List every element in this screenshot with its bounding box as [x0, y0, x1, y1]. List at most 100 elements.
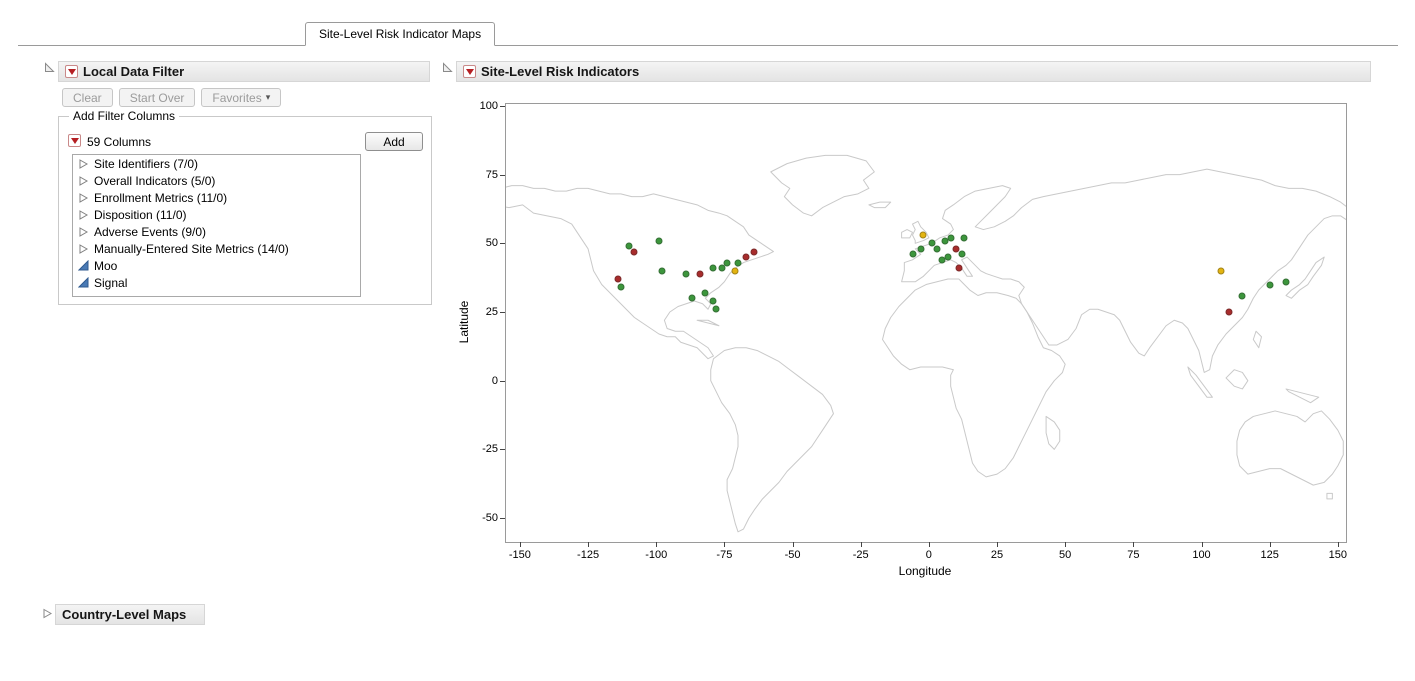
site-marker-green-sites[interactable] [1266, 281, 1273, 288]
site-marker-green-sites[interactable] [710, 265, 717, 272]
x-axis-tick-label: -150 [509, 549, 531, 561]
filter-column-item[interactable]: Adverse Events (9/0) [73, 223, 360, 240]
x-axis-tick-mark [1202, 542, 1203, 547]
expand-triangle-icon[interactable] [78, 227, 89, 237]
expand-triangle-icon[interactable] [78, 159, 89, 169]
site-marker-red-sites[interactable] [751, 248, 758, 255]
filter-column-label: Manually-Entered Site Metrics (14/0) [94, 242, 289, 256]
site-marker-red-sites[interactable] [743, 254, 750, 261]
expand-triangle-icon[interactable] [78, 244, 89, 254]
x-axis-tick-mark [1270, 542, 1271, 547]
x-axis-tick-mark [1338, 542, 1339, 547]
site-marker-red-sites[interactable] [1225, 309, 1232, 316]
filter-column-label: Adverse Events (9/0) [94, 225, 206, 239]
site-marker-green-sites[interactable] [934, 245, 941, 252]
site-marker-green-sites[interactable] [713, 306, 720, 313]
y-axis-tick-label: 25 [486, 306, 498, 318]
world-map-outline [506, 104, 1346, 542]
dropdown-arrow-icon: ▾ [266, 92, 271, 103]
disclosure-open-icon[interactable] [44, 62, 55, 73]
map-plot[interactable]: -150-125-100-75-50-250255075100125150100… [505, 103, 1347, 543]
y-axis-tick-mark [500, 381, 505, 382]
site-marker-green-sites[interactable] [688, 295, 695, 302]
site-marker-red-sites[interactable] [953, 245, 960, 252]
site-marker-green-sites[interactable] [617, 284, 624, 291]
site-level-risk-indicators-header[interactable]: Site-Level Risk Indicators [456, 61, 1371, 82]
continuous-column-icon [78, 277, 89, 288]
expand-triangle-icon[interactable] [78, 193, 89, 203]
site-marker-green-sites[interactable] [917, 245, 924, 252]
tab-strip-line [18, 45, 1398, 46]
y-axis-tick-mark [500, 518, 505, 519]
red-triangle-menu-icon[interactable] [463, 65, 476, 78]
filter-columns-list[interactable]: Site Identifiers (7/0)Overall Indicators… [72, 154, 361, 297]
site-marker-yellow-sites[interactable] [920, 232, 927, 239]
site-marker-green-sites[interactable] [658, 267, 665, 274]
filter-column-label: Signal [94, 276, 127, 290]
x-axis-tick-label: 150 [1329, 549, 1347, 561]
favorites-button[interactable]: Favorites ▾ [201, 88, 281, 107]
site-marker-red-sites[interactable] [615, 276, 622, 283]
site-marker-green-sites[interactable] [683, 270, 690, 277]
filter-column-item[interactable]: Site Identifiers (7/0) [73, 155, 360, 172]
clear-button[interactable]: Clear [62, 88, 113, 107]
y-axis-tick-label: 75 [486, 169, 498, 181]
disclosure-open-icon[interactable] [442, 62, 453, 73]
filter-column-item[interactable]: Moo [73, 257, 360, 274]
columns-summary: 59 Columns [87, 135, 151, 149]
site-marker-green-sites[interactable] [961, 234, 968, 241]
red-triangle-menu-icon[interactable] [65, 65, 78, 78]
y-axis-tick-mark [500, 449, 505, 450]
site-level-risk-indicators-title: Site-Level Risk Indicators [481, 64, 639, 79]
x-axis-tick-label: -75 [716, 549, 732, 561]
add-button[interactable]: Add [365, 132, 423, 151]
expand-triangle-icon[interactable] [78, 176, 89, 186]
x-axis-tick-label: -25 [853, 549, 869, 561]
site-marker-green-sites[interactable] [710, 298, 717, 305]
site-marker-yellow-sites[interactable] [732, 267, 739, 274]
site-marker-green-sites[interactable] [702, 289, 709, 296]
site-marker-green-sites[interactable] [1239, 292, 1246, 299]
x-axis-tick-label: -125 [577, 549, 599, 561]
x-axis-tick-label: -100 [645, 549, 667, 561]
x-axis-tick-mark [1133, 542, 1134, 547]
filter-column-item[interactable]: Manually-Entered Site Metrics (14/0) [73, 240, 360, 257]
filter-column-item[interactable]: Enrollment Metrics (11/0) [73, 189, 360, 206]
filter-column-item[interactable]: Signal [73, 274, 360, 291]
x-axis-tick-mark [861, 542, 862, 547]
filter-column-item[interactable]: Overall Indicators (5/0) [73, 172, 360, 189]
site-marker-red-sites[interactable] [631, 248, 638, 255]
local-data-filter-header[interactable]: Local Data Filter [58, 61, 430, 82]
country-level-maps-header[interactable]: Country-Level Maps [55, 604, 205, 625]
site-marker-red-sites[interactable] [696, 270, 703, 277]
site-marker-green-sites[interactable] [944, 254, 951, 261]
site-marker-green-sites[interactable] [909, 251, 916, 258]
continuous-column-icon [78, 260, 89, 271]
filter-column-item[interactable]: Disposition (11/0) [73, 206, 360, 223]
x-axis-tick-mark [793, 542, 794, 547]
expand-triangle-icon[interactable] [78, 210, 89, 220]
site-marker-green-sites[interactable] [1283, 278, 1290, 285]
site-marker-red-sites[interactable] [955, 265, 962, 272]
tab-site-level-risk-indicator-maps[interactable]: Site-Level Risk Indicator Maps [305, 22, 495, 46]
start-over-button[interactable]: Start Over [119, 88, 196, 107]
site-marker-yellow-sites[interactable] [1217, 267, 1224, 274]
x-axis-tick-mark [724, 542, 725, 547]
columns-red-triangle-menu-icon[interactable] [68, 134, 81, 147]
filter-column-label: Enrollment Metrics (11/0) [94, 191, 227, 205]
filter-column-label: Moo [94, 259, 117, 273]
site-marker-green-sites[interactable] [958, 251, 965, 258]
filter-buttons-row: Clear Start Over Favorites ▾ [62, 88, 281, 107]
site-marker-green-sites[interactable] [947, 234, 954, 241]
x-axis-tick-mark [520, 542, 521, 547]
disclosure-closed-icon[interactable] [42, 608, 53, 619]
x-axis-tick-label: 75 [1127, 549, 1139, 561]
site-marker-green-sites[interactable] [735, 259, 742, 266]
site-marker-green-sites[interactable] [724, 259, 731, 266]
site-marker-green-sites[interactable] [718, 265, 725, 272]
x-axis-tick-label: 100 [1192, 549, 1210, 561]
y-axis-tick-label: 100 [480, 100, 498, 112]
x-axis-tick-label: 50 [1059, 549, 1071, 561]
y-axis-tick-mark [500, 243, 505, 244]
site-marker-green-sites[interactable] [655, 237, 662, 244]
